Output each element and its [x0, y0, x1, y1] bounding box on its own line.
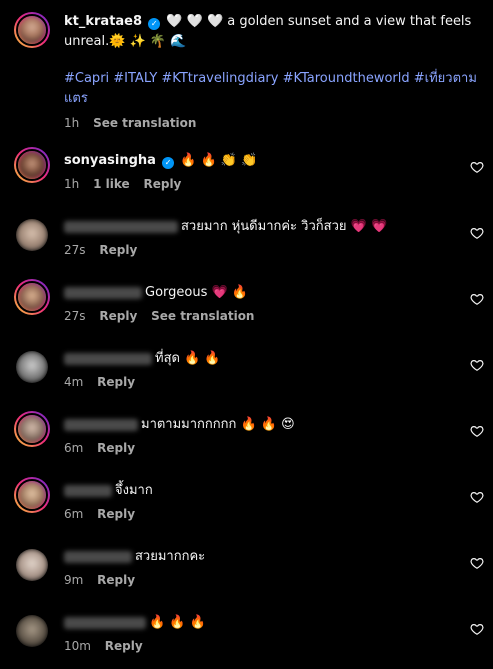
- hashtags-line[interactable]: แตร: [64, 89, 477, 109]
- reply-button[interactable]: Reply: [143, 177, 181, 191]
- heart-icon[interactable]: [470, 358, 484, 372]
- comment-text: 🔥 🔥 🔥: [149, 615, 206, 630]
- comment-username-blurred[interactable]: [64, 418, 138, 431]
- comment-text: ที่สุด 🔥 🔥: [155, 351, 221, 366]
- verified-badge-icon: ✓: [162, 157, 175, 169]
- hashtags[interactable]: #Capri #ITALY #KTtravelingdiary #KTaroun…: [64, 69, 477, 109]
- comment-item: sonyasingha ✓ 🔥 🔥 👏 👏 1h 1 like Reply: [0, 144, 493, 210]
- comment-time: 1h: [64, 177, 80, 191]
- comment-avatar[interactable]: [16, 351, 48, 383]
- post-author-username[interactable]: kt_kratae8: [64, 14, 142, 29]
- reply-button[interactable]: Reply: [97, 507, 135, 521]
- comment-item: ที่สุด 🔥 🔥 4m Reply: [0, 342, 493, 408]
- comment-time: 27s: [64, 309, 86, 323]
- comment-item: สวยมาก หุ่นดีมากค่ะ วิวก็สวย 💗 💗 27s Rep…: [0, 210, 493, 276]
- reply-button[interactable]: Reply: [97, 375, 135, 389]
- comment-username-blurred[interactable]: [64, 484, 112, 497]
- comment-username[interactable]: sonyasingha: [64, 153, 156, 168]
- reply-button[interactable]: Reply: [99, 309, 137, 323]
- comment-username-blurred[interactable]: [64, 220, 178, 233]
- post-author-avatar[interactable]: [14, 12, 50, 48]
- post-meta: 1h See translation: [64, 115, 477, 131]
- post-caption: kt_kratae8 ✓ 🤍 🤍 🤍 a golden sunset and a…: [64, 12, 477, 131]
- comment-avatar[interactable]: [14, 411, 50, 447]
- comment-text: Gorgeous 💗 🔥: [145, 285, 248, 300]
- comment-text: 🔥 🔥 👏 👏: [180, 153, 258, 168]
- comment-time: 4m: [64, 375, 84, 389]
- comment-item: มาตามมากกกกก 🔥 🔥 😍 6m Reply: [0, 408, 493, 474]
- comment-avatar[interactable]: [16, 219, 48, 251]
- comment-text: สวยมาก หุ่นดีมากค่ะ วิวก็สวย 💗 💗: [181, 219, 388, 234]
- comment-time: 27s: [64, 243, 86, 257]
- comment-item: จึ้งมาก 6m Reply: [0, 474, 493, 540]
- comment-text: มาตามมากกกกก 🔥 🔥 😍: [141, 417, 295, 432]
- reply-button[interactable]: Reply: [97, 441, 135, 455]
- heart-icon[interactable]: [470, 424, 484, 438]
- comment-username-blurred[interactable]: [64, 286, 142, 299]
- comment-avatar[interactable]: [14, 477, 50, 513]
- reply-button[interactable]: Reply: [97, 573, 135, 587]
- comment-time: 9m: [64, 573, 84, 587]
- comment-avatar[interactable]: [16, 549, 48, 581]
- heart-icon[interactable]: [470, 292, 484, 306]
- post-time: 1h: [64, 116, 80, 130]
- comment-item: Gorgeous 💗 🔥 27s Reply See translation: [0, 276, 493, 342]
- comment-time: 10m: [64, 639, 91, 653]
- heart-icon[interactable]: [470, 556, 484, 570]
- comment-time: 6m: [64, 507, 84, 521]
- heart-icon[interactable]: [470, 226, 484, 240]
- hashtags-line[interactable]: #Capri #ITALY #KTtravelingdiary #KTaroun…: [64, 69, 477, 89]
- comment-username-blurred[interactable]: [64, 550, 132, 563]
- verified-badge-icon: ✓: [148, 18, 161, 30]
- comment-avatar[interactable]: [14, 279, 50, 315]
- comment-text: จึ้งมาก: [115, 483, 153, 498]
- see-translation-link[interactable]: See translation: [151, 309, 254, 323]
- heart-icon[interactable]: [470, 622, 484, 636]
- comment-avatar[interactable]: [16, 615, 48, 647]
- heart-icon[interactable]: [470, 160, 484, 174]
- comment-item: 🔥 🔥 🔥 10m Reply: [0, 606, 493, 669]
- comment-username-blurred[interactable]: [64, 616, 146, 629]
- heart-icon[interactable]: [470, 490, 484, 504]
- comment-time: 6m: [64, 441, 84, 455]
- comment-text: สวยมากกคะ: [135, 549, 206, 564]
- see-translation-link[interactable]: See translation: [93, 116, 196, 130]
- comment-username-blurred[interactable]: [64, 352, 152, 365]
- comment-item: สวยมากกคะ 9m Reply: [0, 540, 493, 606]
- comment-avatar[interactable]: [14, 147, 50, 183]
- reply-button[interactable]: Reply: [99, 243, 137, 257]
- caption-text: 🤍 🤍 🤍 a golden sunset and a view that fe…: [166, 14, 472, 29]
- reply-button[interactable]: Reply: [105, 639, 143, 653]
- comment-likes[interactable]: 1 like: [93, 177, 130, 191]
- caption-text-continued: unreal.🌞 ✨ 🌴 🌊: [64, 34, 187, 49]
